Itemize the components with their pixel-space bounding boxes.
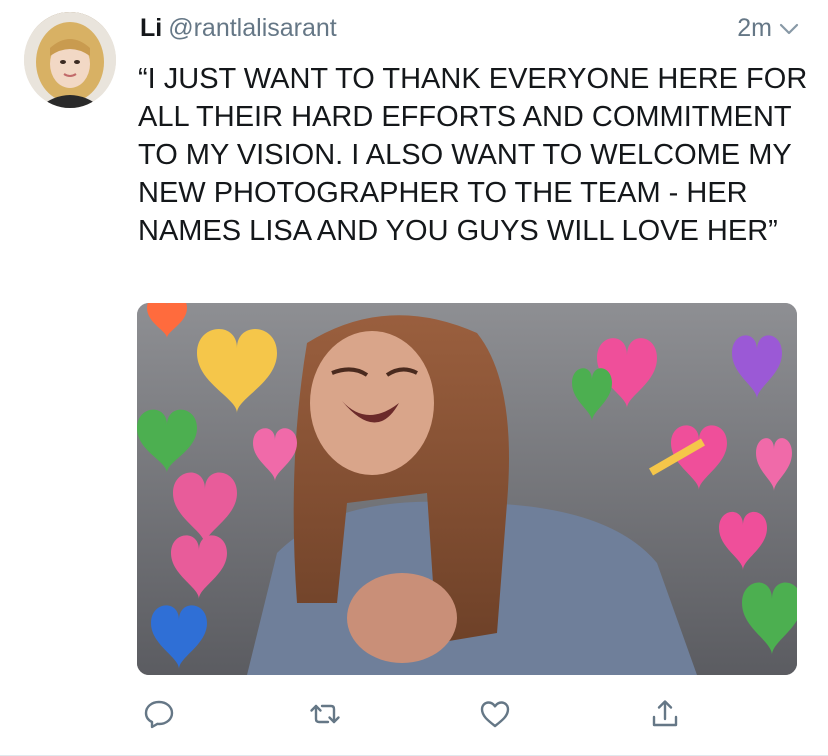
chevron-down-icon[interactable] [778, 18, 800, 40]
media-photo [137, 303, 797, 675]
tweet-actions [137, 692, 697, 736]
tweet-text: “I JUST WANT TO THANK EVERYONE HERE FOR … [138, 63, 814, 247]
avatar[interactable] [24, 12, 116, 108]
share-icon [652, 700, 678, 727]
author-name[interactable]: Li [140, 14, 162, 43]
avatar-image [24, 12, 116, 108]
author-handle[interactable]: @rantlalisarant [168, 14, 337, 43]
like-button[interactable] [473, 692, 517, 736]
reply-icon [144, 700, 174, 729]
tweet-header: Li @rantlalisarant [140, 14, 337, 50]
tweet-card[interactable]: Li @rantlalisarant 2m “I JUST WANT TO TH… [0, 0, 828, 756]
tweet-meta: 2m [737, 14, 800, 43]
tweet-media-image[interactable] [137, 303, 797, 675]
share-button[interactable] [643, 692, 687, 736]
retweet-button[interactable] [303, 692, 347, 736]
heart-icon [480, 701, 510, 728]
tweet-timestamp[interactable]: 2m [737, 14, 772, 43]
reply-button[interactable] [137, 692, 181, 736]
retweet-icon [310, 704, 340, 724]
